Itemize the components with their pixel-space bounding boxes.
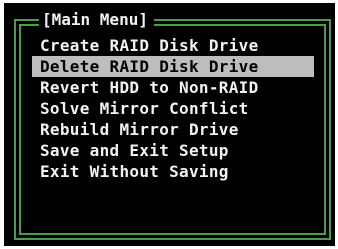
menu-item-exit-without-saving[interactable]: Exit Without Saving	[32, 161, 314, 182]
menu-item-revert-hdd-to-non-raid[interactable]: Revert HDD to Non-RAID	[32, 77, 314, 98]
menu-item-create-raid-disk-drive[interactable]: Create RAID Disk Drive	[32, 35, 314, 56]
menu-item-rebuild-mirror-drive[interactable]: Rebuild Mirror Drive	[32, 119, 314, 140]
menu-item-save-and-exit-setup[interactable]: Save and Exit Setup	[32, 140, 314, 161]
main-menu-list: Create RAID Disk Drive Delete RAID Disk …	[32, 35, 314, 182]
menu-title: [Main Menu]	[39, 8, 154, 32]
menu-item-delete-raid-disk-drive[interactable]: Delete RAID Disk Drive	[32, 56, 314, 77]
bios-screen: [Main Menu] Create RAID Disk Drive Delet…	[4, 3, 335, 246]
menu-item-solve-mirror-conflict[interactable]: Solve Mirror Conflict	[32, 98, 314, 119]
